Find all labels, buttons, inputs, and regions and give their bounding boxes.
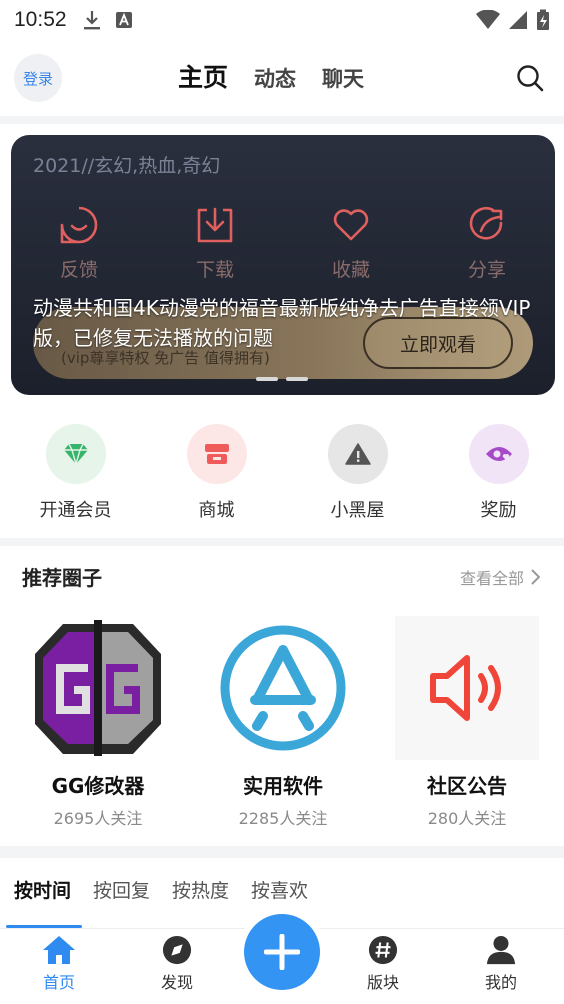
reward-entry-label: 奖励 — [480, 500, 517, 521]
tab-chat[interactable]: 聊天 — [322, 63, 364, 93]
nav-discover-label: 发现 — [160, 973, 193, 992]
top-header: 登录 主页 动态 聊天 — [0, 44, 564, 112]
top-tabs: 主页 动态 聊天 — [178, 58, 364, 94]
share-label: 分享 — [467, 259, 506, 281]
plus-icon — [264, 934, 300, 970]
compass-icon — [162, 935, 192, 965]
status-time: 10:52 — [14, 8, 67, 31]
chevron-right-icon — [531, 569, 540, 585]
signal-icon — [509, 11, 527, 29]
circle-followers: 2695人关注 — [53, 809, 143, 828]
circle-card[interactable]: 实用软件 2285人关注 — [203, 616, 363, 829]
sort-tab-hot[interactable]: 按热度 — [172, 876, 229, 903]
warning-icon — [344, 443, 371, 465]
circle-name: GG修改器 — [51, 774, 145, 798]
user-icon — [486, 935, 516, 965]
header-divider — [0, 116, 564, 124]
view-all-link[interactable]: 查看全部 — [460, 565, 540, 589]
appstore-logo — [220, 625, 346, 751]
carousel-dot — [286, 377, 308, 381]
download-icon — [197, 207, 233, 243]
section-divider — [0, 846, 564, 858]
blackroom-entry[interactable]: 小黑屋 — [292, 424, 423, 522]
diamond-icon — [63, 443, 88, 465]
share-icon — [469, 207, 503, 240]
favorite-label: 收藏 — [331, 259, 370, 281]
carousel-dot — [256, 377, 278, 381]
circle-name: 实用软件 — [243, 774, 323, 798]
circle-followers: 2285人关注 — [238, 809, 328, 828]
create-post-button[interactable] — [244, 914, 320, 990]
blackroom-entry-label: 小黑屋 — [330, 500, 385, 521]
share-button[interactable]: 分享 — [419, 205, 555, 282]
hashtag-icon — [368, 935, 398, 965]
download-button[interactable]: 下载 — [147, 205, 283, 282]
view-all-label: 查看全部 — [459, 569, 524, 588]
app-notification-icon — [115, 12, 132, 28]
home-icon — [43, 936, 75, 964]
banner-actions: 反馈 下载 收藏 分享 — [11, 205, 555, 282]
smile-icon — [60, 206, 98, 244]
nav-discover[interactable]: 发现 — [132, 935, 222, 993]
nav-home[interactable]: 首页 — [14, 935, 104, 993]
nav-profile[interactable]: 我的 — [456, 935, 546, 993]
banner-caption: 动漫共和国4K动漫党的福音最新版纯净去广告直接领VIP版，已修复无法播放的问题 — [33, 296, 531, 350]
login-button[interactable]: 登录 — [14, 54, 62, 102]
reward-entry[interactable]: 奖励 — [433, 424, 564, 522]
battery-icon — [537, 9, 549, 30]
gg-logo — [35, 620, 161, 756]
shop-entry-label: 商城 — [198, 500, 235, 521]
carousel-indicator — [256, 377, 308, 381]
section-title: 推荐圈子 — [22, 566, 102, 590]
favorite-button[interactable]: 收藏 — [283, 205, 419, 282]
circle-followers: 280人关注 — [427, 809, 507, 828]
eye-heart-icon — [485, 447, 512, 461]
sort-tab-time[interactable]: 按时间 — [14, 876, 71, 903]
nav-boards[interactable]: 版块 — [338, 935, 428, 993]
heart-icon — [333, 209, 369, 241]
nav-boards-label: 版块 — [366, 973, 399, 992]
vip-entry-label: 开通会员 — [39, 500, 112, 521]
vip-entry[interactable]: 开通会员 — [10, 424, 141, 522]
status-bar: 10:52 — [0, 0, 564, 40]
circle-card[interactable]: 社区公告 280人关注 — [387, 616, 547, 829]
search-icon[interactable] — [516, 64, 544, 92]
circle-name: 社区公告 — [427, 774, 507, 798]
tab-home[interactable]: 主页 — [178, 58, 228, 94]
wifi-icon — [476, 10, 500, 29]
banner-tags: 2021//玄幻,热血,奇幻 — [33, 155, 221, 177]
shop-icon — [204, 444, 229, 464]
shop-entry[interactable]: 商城 — [151, 424, 282, 522]
nav-home-label: 首页 — [42, 973, 75, 992]
nav-profile-label: 我的 — [484, 973, 517, 992]
feedback-button[interactable]: 反馈 — [11, 205, 147, 282]
banner-carousel[interactable]: 2021//玄幻,热血,奇幻 反馈 下载 收藏 分享 (vip尊享特权 免广告 … — [11, 135, 555, 395]
tab-feed[interactable]: 动态 — [254, 63, 296, 93]
speaker-icon — [430, 655, 501, 721]
download-notification-icon — [83, 11, 100, 30]
sort-tab-reply[interactable]: 按回复 — [93, 876, 150, 903]
quick-entries: 开通会员 商城 小黑屋 奖励 — [0, 424, 564, 522]
sort-tabs: 按时间 按回复 按热度 按喜欢 — [14, 876, 308, 903]
feedback-label: 反馈 — [59, 259, 98, 281]
circle-card[interactable]: GG修改器 2695人关注 — [18, 616, 178, 829]
sort-tab-like[interactable]: 按喜欢 — [251, 876, 308, 903]
download-label: 下载 — [195, 259, 234, 281]
section-divider — [0, 538, 564, 546]
